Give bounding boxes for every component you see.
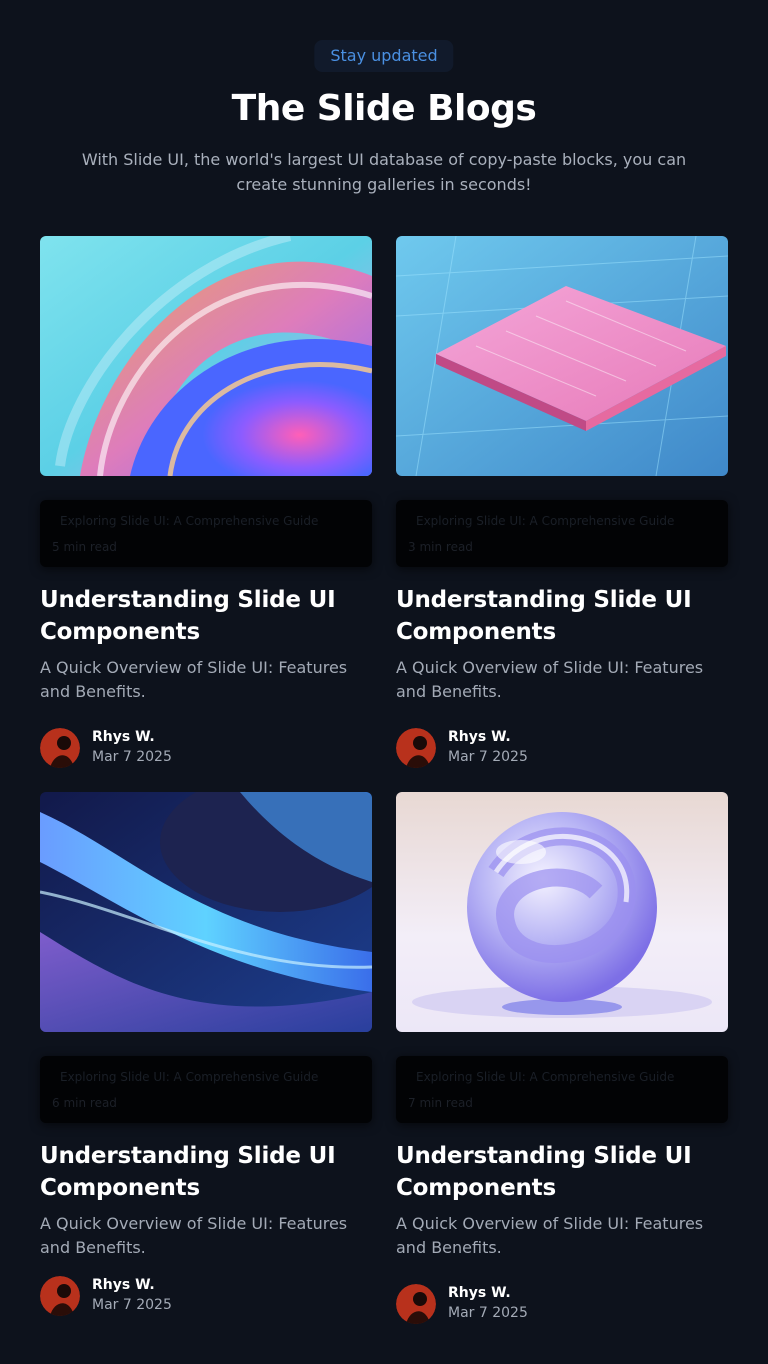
author-avatar: [40, 728, 80, 768]
post-description: A Quick Overview of Slide UI: Features a…: [40, 1214, 348, 1257]
blog-page: Stay updated The Slide Blogs With Slide …: [0, 0, 768, 1364]
abstract-glass-swirl-image[interactable]: [40, 236, 372, 476]
page-title: The Slide Blogs: [231, 88, 537, 129]
read-time: 3 min read: [408, 540, 473, 554]
post-date: Mar 7 2025: [92, 1297, 172, 1313]
author-avatar: [396, 1284, 436, 1324]
post-meta-box: Exploring Slide UI: A Comprehensive Guid…: [396, 1056, 728, 1123]
author-avatar: [396, 728, 436, 768]
blue-wave-ribbon-image[interactable]: [40, 792, 372, 1032]
guide-label: Exploring Slide UI: A Comprehensive Guid…: [416, 514, 675, 528]
post-meta-box: Exploring Slide UI: A Comprehensive Guid…: [396, 500, 728, 567]
post-description: A Quick Overview of Slide UI: Features a…: [396, 1214, 704, 1257]
author-block[interactable]: Rhys W. Mar 7 2025: [396, 728, 728, 768]
read-time: 6 min read: [52, 1096, 117, 1110]
author-block[interactable]: Rhys W. Mar 7 2025: [40, 728, 372, 768]
post-title[interactable]: Understanding Slide UI Components: [40, 584, 372, 648]
author-name: Rhys W.: [92, 1277, 155, 1293]
post-title[interactable]: Understanding Slide UI Components: [40, 1140, 372, 1204]
post-date: Mar 7 2025: [92, 749, 172, 765]
post-meta-box: Exploring Slide UI: A Comprehensive Guid…: [40, 1056, 372, 1123]
post-title[interactable]: Understanding Slide UI Components: [396, 584, 728, 648]
author-name: Rhys W.: [92, 729, 155, 745]
author-block[interactable]: Rhys W. Mar 7 2025: [40, 1276, 372, 1316]
page-subtitle: With Slide UI, the world's largest UI da…: [81, 150, 687, 194]
author-block[interactable]: Rhys W. Mar 7 2025: [396, 1284, 728, 1324]
guide-label: Exploring Slide UI: A Comprehensive Guid…: [60, 1070, 319, 1084]
post-meta-box: Exploring Slide UI: A Comprehensive Guid…: [40, 500, 372, 567]
post-title[interactable]: Understanding Slide UI Components: [396, 1140, 728, 1204]
stay-updated-badge: Stay updated: [314, 40, 454, 72]
guide-label: Exploring Slide UI: A Comprehensive Guid…: [416, 1070, 675, 1084]
glass-sphere-image[interactable]: [396, 792, 728, 1032]
author-avatar: [40, 1276, 80, 1316]
post-date: Mar 7 2025: [448, 1305, 528, 1321]
post-description: A Quick Overview of Slide UI: Features a…: [40, 658, 348, 701]
author-name: Rhys W.: [448, 729, 511, 745]
guide-label: Exploring Slide UI: A Comprehensive Guid…: [60, 514, 319, 528]
post-date: Mar 7 2025: [448, 749, 528, 765]
author-name: Rhys W.: [448, 1285, 511, 1301]
post-description: A Quick Overview of Slide UI: Features a…: [396, 658, 704, 701]
read-time: 5 min read: [52, 540, 117, 554]
read-time: 7 min read: [408, 1096, 473, 1110]
circuit-chip-image[interactable]: [396, 236, 728, 476]
